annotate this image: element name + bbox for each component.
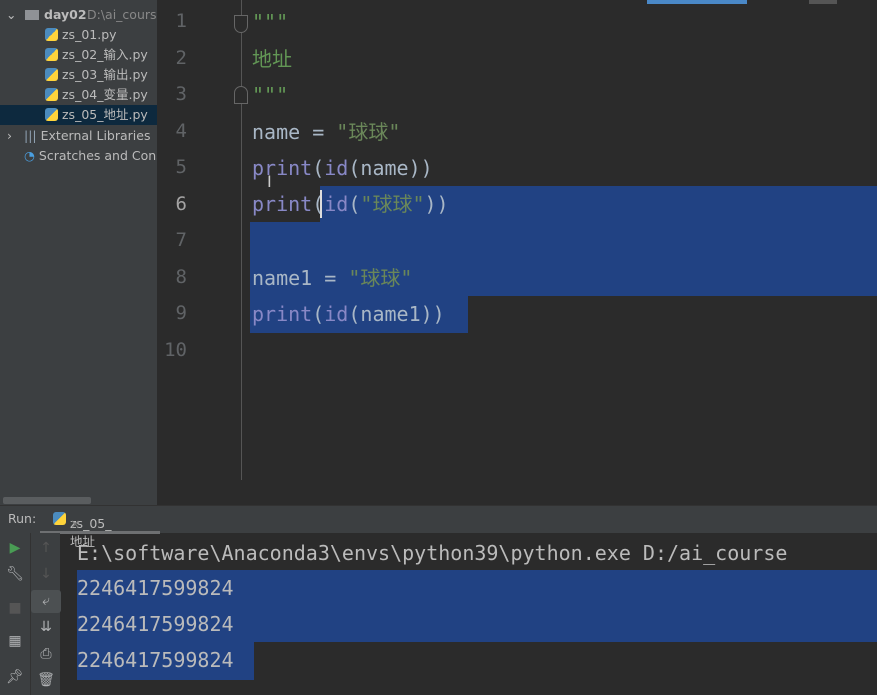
console-line: 2246417599824: [77, 648, 234, 672]
layout-icon[interactable]: ▦: [0, 630, 30, 653]
run-tab[interactable]: zs_05_地址 ×: [53, 511, 111, 549]
mouse-ibeam-icon: I: [267, 172, 272, 191]
close-icon[interactable]: ×: [70, 516, 80, 531]
arrow-down-icon[interactable]: ↓: [31, 563, 61, 586]
text-cursor: [320, 190, 322, 218]
line-number: 8: [175, 265, 187, 288]
tree-item-day02[interactable]: ⌄ day02 D:\ai_course: [0, 5, 157, 25]
code-editor[interactable]: 1 2 3 4 5 6 7 8 9 10 """ 地址 """ name = "球球" print…: [157, 0, 877, 505]
stop-icon[interactable]: ■: [0, 597, 30, 620]
project-tree: ⌄ day02 D:\ai_course zs_01.py zs_02_输入.py …: [0, 0, 157, 505]
line-number: 10: [164, 338, 187, 361]
tree-item-file[interactable]: zs_01.py: [0, 25, 157, 45]
run-tab-bar: Run: zs_05_地址 ×: [0, 505, 877, 549]
line-number: 1: [175, 10, 187, 32]
console-toolbar: ↑ ↓ ⤶ ⇊ ⎙ 🗑︎: [30, 533, 61, 695]
arrow-up-icon[interactable]: ↑: [31, 537, 61, 560]
code-line: print(id(name1)): [252, 302, 445, 326]
library-icon: |||: [24, 128, 37, 143]
code-line: """: [252, 10, 289, 34]
python-icon: [53, 512, 66, 525]
line-number: 3: [175, 83, 187, 105]
scratches-icon: ◔: [24, 148, 35, 163]
scroll-indicator: [647, 0, 747, 4]
python-file-icon: [45, 68, 58, 81]
code-line: name = "球球": [252, 120, 401, 144]
tree-item-external-libraries[interactable]: › ||| External Libraries: [0, 126, 157, 146]
line-number: 5: [175, 156, 187, 178]
fold-guide: [241, 0, 242, 480]
python-file-icon: [45, 88, 58, 101]
console-line: 2246417599824: [77, 612, 234, 636]
line-number: 6: [175, 192, 187, 215]
soft-wrap-icon[interactable]: ⤶: [31, 590, 61, 613]
code-line: print(id("球球")): [252, 192, 449, 216]
print-icon[interactable]: ⎙: [31, 643, 61, 666]
tree-item-file[interactable]: zs_03_输出.py: [0, 65, 157, 85]
chevron-right-icon: ›: [7, 128, 12, 143]
console-line: E:\software\Anaconda3\envs\python39\pyth…: [77, 541, 788, 565]
line-number: 9: [175, 302, 187, 324]
code-line: print(id(name)): [252, 156, 433, 180]
code-line: 地址: [252, 47, 292, 71]
run-icon[interactable]: ▶: [0, 537, 30, 560]
line-number: 2: [175, 46, 187, 69]
wrench-icon[interactable]: 🔧︎: [0, 563, 30, 586]
trash-icon[interactable]: 🗑︎: [31, 669, 61, 692]
run-label: Run:: [8, 511, 37, 526]
pin-icon[interactable]: 📌︎: [0, 666, 30, 689]
line-number: 7: [175, 229, 187, 251]
tree-item-file[interactable]: zs_04_变量.py: [0, 85, 157, 105]
tree-item-scratches[interactable]: ◔Scratches and Consoles: [0, 146, 157, 166]
python-file-icon: [45, 108, 58, 121]
run-toolbar: ▶ 🔧︎ ■ ▦ 📌︎: [0, 533, 30, 695]
scroll-indicator: [809, 0, 837, 4]
scroll-to-end-icon[interactable]: ⇊: [31, 616, 61, 639]
tree-item-file[interactable]: zs_02_输入.py: [0, 45, 157, 65]
horizontal-scrollbar[interactable]: [3, 497, 91, 504]
code-line: name1 = "球球": [252, 266, 413, 290]
folder-icon: [25, 10, 39, 20]
python-file-icon: [45, 48, 58, 61]
chevron-down-icon: ⌄: [6, 7, 17, 22]
line-number: 4: [175, 119, 187, 142]
fold-icon[interactable]: [234, 86, 248, 104]
tree-item-file-selected[interactable]: zs_05_地址.py: [0, 105, 157, 125]
python-file-icon: [45, 28, 58, 41]
console-line: 2246417599824: [77, 576, 234, 600]
fold-icon[interactable]: [234, 15, 248, 33]
run-panel: Run: zs_05_地址 × ▶ 🔧︎ ■ ▦ 📌︎ ↑ ↓ ⤶ ⇊ ⎙ 🗑︎…: [0, 505, 877, 695]
code-line: """: [252, 83, 289, 107]
